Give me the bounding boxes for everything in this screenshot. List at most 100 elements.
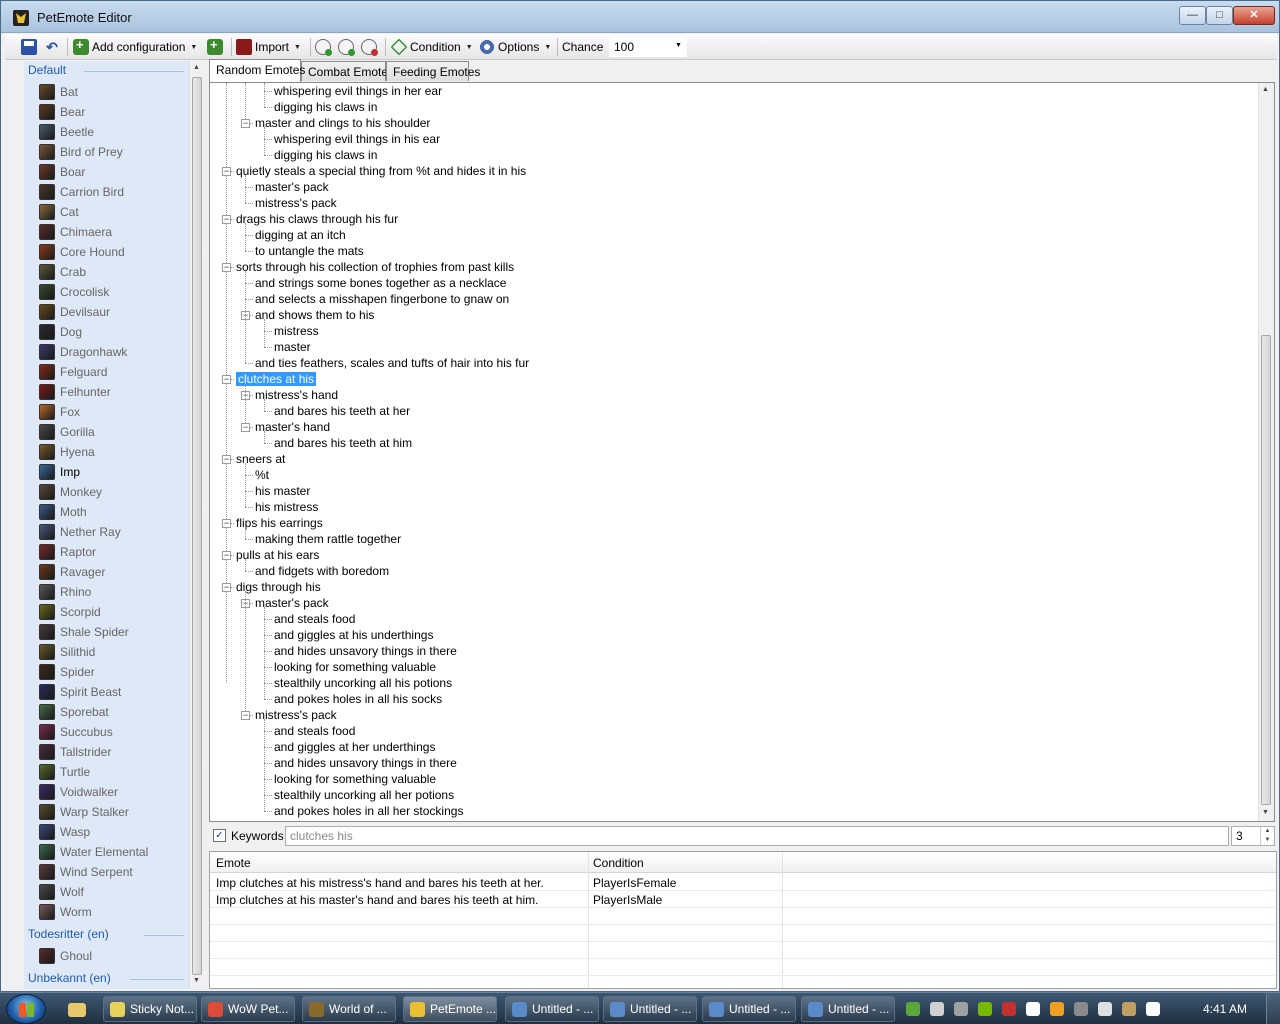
tray-icon[interactable] bbox=[930, 1002, 944, 1016]
tree-node[interactable]: flips his earrings bbox=[236, 515, 323, 531]
sidebar-item-pet[interactable]: Gorilla bbox=[39, 423, 95, 441]
clock[interactable]: 4:41 AM bbox=[1192, 1002, 1258, 1016]
tray-icon[interactable] bbox=[1122, 1002, 1136, 1016]
sidebar-item-pet[interactable]: Boar bbox=[39, 163, 85, 181]
tree-node[interactable]: master's pack bbox=[255, 595, 329, 611]
sidebar-item-pet[interactable]: Crocolisk bbox=[39, 283, 109, 301]
close-button[interactable]: ✕ bbox=[1233, 6, 1275, 25]
tray-icon[interactable] bbox=[1074, 1002, 1088, 1016]
tree-node[interactable]: and pokes holes in all his socks bbox=[274, 691, 442, 707]
tree-node[interactable]: stealthily uncorking all her potions bbox=[274, 787, 454, 803]
tree-node[interactable]: clutches at his bbox=[236, 371, 317, 387]
tree-scroll-thumb[interactable] bbox=[1261, 335, 1271, 805]
sidebar-item-pet[interactable]: Dog bbox=[39, 323, 82, 341]
sidebar-item-pet[interactable]: Devilsaur bbox=[39, 303, 110, 321]
tray-icon[interactable] bbox=[1098, 1002, 1112, 1016]
minimize-button[interactable]: — bbox=[1179, 6, 1206, 25]
collapse-icon[interactable]: − bbox=[222, 375, 231, 384]
sidebar-item-pet[interactable]: Felhunter bbox=[39, 383, 111, 401]
sidebar-item-pet[interactable]: Cat bbox=[39, 203, 79, 221]
taskbar-button[interactable]: Sticky Not... bbox=[103, 996, 197, 1022]
condition-button[interactable]: Condition ▼ bbox=[390, 37, 473, 57]
table-row[interactable]: Imp clutches at his mistress's hand and … bbox=[210, 874, 1276, 891]
sidebar-item-pet[interactable]: Imp bbox=[39, 463, 80, 481]
tray-icon[interactable] bbox=[1146, 1002, 1160, 1016]
collapse-icon[interactable]: − bbox=[222, 263, 231, 272]
tree-node[interactable]: and pokes holes in all her stockings bbox=[274, 803, 463, 819]
sidebar-item-pet[interactable]: Monkey bbox=[39, 483, 102, 501]
save-button[interactable] bbox=[21, 37, 40, 57]
tab-feeding-emotes[interactable]: Feeding Emotes bbox=[386, 61, 480, 81]
taskbar-button[interactable]: Untitled - ... bbox=[801, 996, 895, 1022]
tree-node[interactable]: and giggles at his underthings bbox=[274, 627, 433, 643]
tab-random-emotes[interactable]: Random Emotes bbox=[209, 59, 305, 82]
tree-node[interactable]: making them rattle together bbox=[255, 531, 401, 547]
sidebar-item-pet[interactable]: Moth bbox=[39, 503, 87, 521]
tree-node[interactable]: his mistress bbox=[255, 499, 318, 515]
tree-node[interactable]: %t bbox=[255, 467, 269, 483]
tree-node[interactable]: master bbox=[274, 339, 311, 355]
keywords-input[interactable]: clutches his bbox=[285, 826, 1229, 846]
group-header[interactable]: Default bbox=[28, 63, 66, 77]
collapse-icon[interactable]: − bbox=[241, 423, 250, 432]
sidebar-item-pet[interactable]: Crab bbox=[39, 263, 86, 281]
tree-node[interactable]: and bares his teeth at her bbox=[274, 403, 410, 419]
emote-tree[interactable]: whispering evil things in her ear digging… bbox=[209, 82, 1275, 822]
tray-icon[interactable] bbox=[1026, 1002, 1040, 1016]
sidebar-item-pet[interactable]: Bat bbox=[39, 83, 78, 101]
start-button[interactable] bbox=[6, 994, 46, 1024]
group-header[interactable]: Unbekannt (en) bbox=[28, 971, 111, 985]
tree-node[interactable]: to untangle the mats bbox=[255, 243, 364, 259]
tray-icon[interactable] bbox=[1002, 1002, 1016, 1016]
tree-node[interactable]: and selects a misshapen fingerbone to gn… bbox=[255, 291, 509, 307]
tree-node[interactable]: mistress bbox=[274, 323, 319, 339]
collapse-icon[interactable]: − bbox=[222, 215, 231, 224]
collapse-icon[interactable]: − bbox=[222, 167, 231, 176]
sidebar-item-pet[interactable]: Tallstrider bbox=[39, 743, 111, 761]
tree-node[interactable]: digs through his bbox=[236, 579, 321, 595]
group-header[interactable]: Todesritter (en) bbox=[28, 927, 109, 941]
sidebar-item-pet[interactable]: Voidwalker bbox=[39, 783, 118, 801]
taskbar-button[interactable]: WoW Pet... bbox=[201, 996, 295, 1022]
tray-icon[interactable] bbox=[954, 1002, 968, 1016]
sidebar-item-pet[interactable]: Worm bbox=[39, 903, 92, 921]
scroll-down-icon[interactable]: ▼ bbox=[193, 977, 200, 984]
keywords-checkbox[interactable]: ✓ bbox=[213, 829, 226, 842]
sidebar-item-pet[interactable]: Scorpid bbox=[39, 603, 101, 621]
tree-node[interactable]: whispering evil things in her ear bbox=[274, 83, 442, 99]
tree-node[interactable]: sorts through his collection of trophies… bbox=[236, 259, 514, 275]
tree-node[interactable]: and steals food bbox=[274, 611, 355, 627]
sidebar-item-pet[interactable]: Bird of Prey bbox=[39, 143, 123, 161]
add-emote-button[interactable] bbox=[315, 37, 334, 57]
chevron-down-icon[interactable]: ▼ bbox=[675, 42, 682, 49]
sidebar-item-pet[interactable]: Wasp bbox=[39, 823, 90, 841]
tree-node[interactable]: digging at an itch bbox=[255, 227, 346, 243]
tree-node[interactable]: master and clings to his shoulder bbox=[255, 115, 430, 131]
sidebar-item-pet[interactable]: Beetle bbox=[39, 123, 94, 141]
scroll-up-icon[interactable]: ▲ bbox=[1262, 86, 1269, 93]
sidebar-item-pet[interactable]: Ravager bbox=[39, 563, 105, 581]
maximize-button[interactable]: □ bbox=[1206, 6, 1233, 25]
sidebar-item-pet[interactable]: Core Hound bbox=[39, 243, 125, 261]
sidebar-item-pet[interactable]: Rhino bbox=[39, 583, 91, 601]
sidebar-item-pet[interactable]: Warp Stalker bbox=[39, 803, 129, 821]
tree-node[interactable]: stealthily uncorking all his potions bbox=[274, 675, 452, 691]
tray-icon[interactable] bbox=[906, 1002, 920, 1016]
import-button[interactable]: Import ▼ bbox=[236, 37, 301, 57]
collapse-icon[interactable]: − bbox=[241, 711, 250, 720]
tree-node[interactable]: looking for something valuable bbox=[274, 659, 436, 675]
tree-node[interactable]: and bares his teeth at him bbox=[274, 435, 412, 451]
tree-node[interactable]: pulls at his ears bbox=[236, 547, 319, 563]
sidebar-item-pet[interactable]: Silithid bbox=[39, 643, 95, 661]
sidebar-item-pet[interactable]: Hyena bbox=[39, 443, 95, 461]
tree-node[interactable]: and steals food bbox=[274, 723, 355, 739]
add-configuration-button[interactable]: Add configuration ▼ bbox=[73, 37, 197, 57]
sidebar-item-pet[interactable]: Shale Spider bbox=[39, 623, 129, 641]
tree-node[interactable]: and ties feathers, scales and tufts of h… bbox=[255, 355, 529, 371]
scroll-up-icon[interactable]: ▲ bbox=[193, 64, 200, 71]
tree-node[interactable]: digging his claws in bbox=[274, 99, 377, 115]
edit-configuration-button[interactable] bbox=[207, 37, 226, 57]
sidebar-item-pet[interactable]: Fox bbox=[39, 403, 80, 421]
tree-node[interactable]: master's pack bbox=[255, 179, 329, 195]
tree-node[interactable]: mistress's pack bbox=[255, 707, 337, 723]
